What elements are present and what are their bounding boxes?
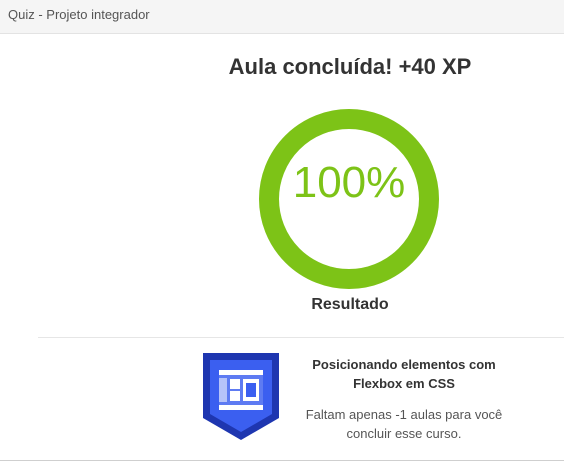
course-remaining-text: Faltam apenas -1 aulas para você conclui…: [305, 407, 503, 441]
badge-bar-bottom: [219, 405, 263, 410]
badge-block-1: [230, 379, 240, 389]
bottom-divider: [0, 460, 564, 461]
course-title[interactable]: Posicionando elementos com Flexbox em CS…: [298, 355, 510, 393]
page-title: Quiz - Projeto integrador: [8, 7, 150, 22]
completion-headline: Aula concluída! +40 XP: [228, 54, 472, 79]
flexbox-course-badge-icon[interactable]: [200, 350, 282, 442]
badge-block-4: [246, 383, 256, 397]
result-label: Resultado: [311, 296, 389, 313]
badge-bar-top: [219, 370, 263, 375]
badge-block-2: [230, 391, 240, 401]
divider: [38, 337, 564, 338]
badge-left-column: [219, 378, 227, 402]
progress-percent: 100%: [292, 158, 406, 207]
top-bar: Quiz - Projeto integrador: [0, 0, 564, 34]
